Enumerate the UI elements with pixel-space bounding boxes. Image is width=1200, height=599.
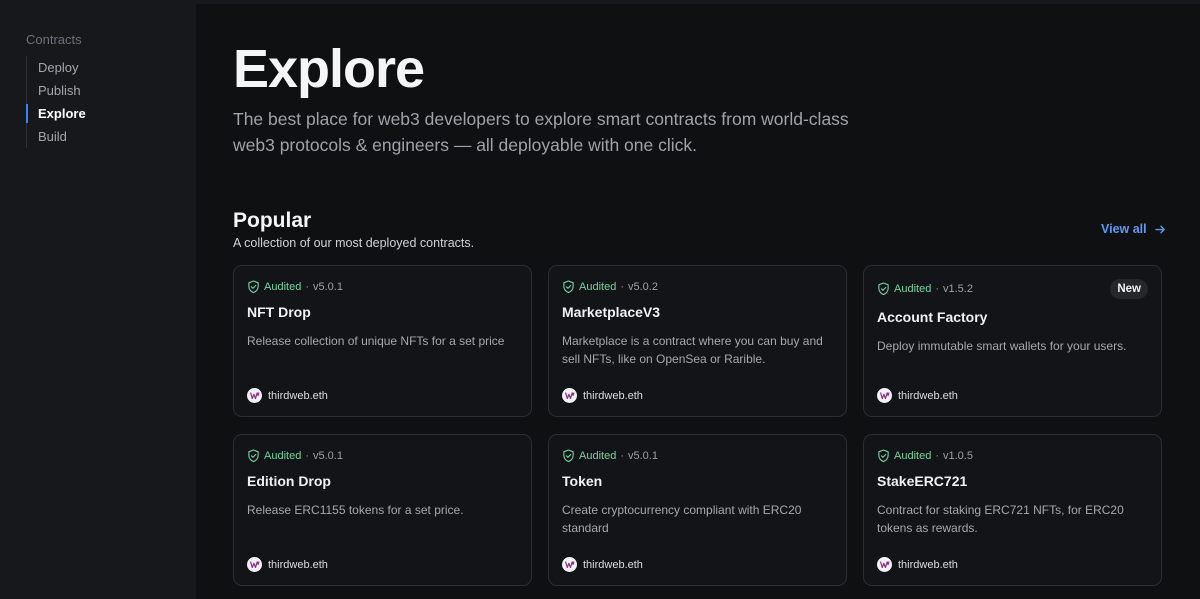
sidebar-item-deploy[interactable]: Deploy bbox=[27, 56, 176, 79]
audited-label: Audited bbox=[264, 450, 302, 462]
audited-label: Audited bbox=[894, 283, 932, 295]
shield-check-icon bbox=[878, 449, 889, 463]
version-label: v5.0.1 bbox=[312, 450, 343, 462]
sidebar-item-build[interactable]: Build bbox=[27, 125, 176, 148]
card-meta: Audited · v1.5.2 bbox=[877, 282, 973, 296]
card-description: Release collection of unique NFTs for a … bbox=[247, 334, 505, 348]
contract-card[interactable]: Audited · v5.0.1 Edition Drop Release ER… bbox=[233, 434, 532, 586]
shield-check-icon bbox=[563, 280, 574, 294]
card-description: Release ERC1155 tokens for a set price. bbox=[247, 503, 464, 517]
card-meta: Audited · v5.0.1 bbox=[562, 449, 658, 463]
thirdweb-logo-icon bbox=[562, 388, 577, 403]
thirdweb-logo-icon bbox=[247, 388, 262, 403]
thirdweb-logo-icon bbox=[247, 557, 262, 572]
card-title: MarketplaceV3 bbox=[562, 304, 661, 320]
card-author[interactable]: thirdweb.eth bbox=[562, 388, 643, 403]
sidebar-item-publish[interactable]: Publish bbox=[27, 79, 176, 102]
card-description: Create cryptocurrency compliant with ERC… bbox=[562, 503, 802, 535]
audited-label: Audited bbox=[264, 281, 302, 293]
version-label: v5.0.1 bbox=[627, 450, 658, 462]
contract-card[interactable]: Audited · v1.5.2 New Account Factory Dep… bbox=[863, 265, 1162, 417]
author-name: thirdweb.eth bbox=[268, 558, 328, 571]
card-description: Deploy immutable smart wallets for your … bbox=[877, 339, 1127, 353]
page-title: Explore bbox=[233, 39, 425, 99]
meta-separator: · bbox=[935, 283, 939, 295]
arrow-right-icon bbox=[1154, 225, 1165, 233]
author-name: thirdweb.eth bbox=[268, 389, 328, 402]
shield-check-icon bbox=[878, 282, 889, 296]
card-meta: Audited · v5.0.1 bbox=[247, 280, 343, 294]
version-label: v1.5.2 bbox=[942, 283, 973, 295]
card-author[interactable]: thirdweb.eth bbox=[562, 557, 643, 572]
shield-check-icon bbox=[563, 449, 574, 463]
shield-check-icon bbox=[248, 280, 259, 294]
thirdweb-logo-icon bbox=[877, 557, 892, 572]
card-author[interactable]: thirdweb.eth bbox=[877, 557, 958, 572]
version-label: v5.0.1 bbox=[312, 281, 343, 293]
sidebar-item-explore[interactable]: Explore bbox=[26, 102, 176, 125]
version-label: v5.0.2 bbox=[627, 281, 658, 293]
author-name: thirdweb.eth bbox=[583, 389, 643, 402]
card-description: Contract for staking ERC721 NFTs, for ER… bbox=[877, 503, 1124, 535]
sidebar: Contracts Deploy Publish Explore Build bbox=[0, 0, 196, 599]
author-name: thirdweb.eth bbox=[898, 558, 958, 571]
card-title: NFT Drop bbox=[247, 304, 311, 320]
view-all-link[interactable]: View all bbox=[1101, 222, 1166, 236]
audited-label: Audited bbox=[894, 450, 932, 462]
card-author[interactable]: thirdweb.eth bbox=[247, 557, 328, 572]
card-title: Account Factory bbox=[877, 309, 988, 325]
card-title: Token bbox=[562, 473, 603, 489]
card-description: Marketplace is a contract where you can … bbox=[562, 334, 823, 366]
card-meta: Audited · v5.0.1 bbox=[247, 449, 343, 463]
contract-card[interactable]: Audited · v5.0.1 Token Create cryptocurr… bbox=[548, 434, 847, 586]
card-author[interactable]: thirdweb.eth bbox=[877, 388, 958, 403]
section-subtitle: A collection of our most deployed contra… bbox=[233, 236, 475, 250]
author-name: thirdweb.eth bbox=[898, 389, 958, 402]
thirdweb-logo-icon bbox=[877, 388, 892, 403]
sidebar-heading: Contracts bbox=[26, 32, 82, 47]
meta-separator: · bbox=[305, 281, 309, 293]
section-title: Popular bbox=[233, 209, 312, 232]
contract-card[interactable]: Audited · v5.0.2 MarketplaceV3 Marketpla… bbox=[548, 265, 847, 417]
card-meta: Audited · v5.0.2 bbox=[562, 280, 658, 294]
version-label: v1.0.5 bbox=[942, 450, 973, 462]
contract-grid: Audited · v5.0.1 NFT Drop Release collec… bbox=[233, 265, 1162, 586]
meta-separator: · bbox=[620, 450, 624, 462]
audited-label: Audited bbox=[579, 281, 617, 293]
main-content: Explore The best place for web3 develope… bbox=[196, 4, 1200, 599]
card-title: StakeERC721 bbox=[877, 473, 968, 489]
new-badge: New bbox=[1110, 279, 1148, 299]
thirdweb-logo-icon bbox=[562, 557, 577, 572]
meta-separator: · bbox=[620, 281, 624, 293]
sidebar-nav: Deploy Publish Explore Build bbox=[26, 56, 176, 148]
author-name: thirdweb.eth bbox=[583, 558, 643, 571]
card-title: Edition Drop bbox=[247, 473, 331, 489]
meta-separator: · bbox=[305, 450, 309, 462]
contract-card[interactable]: Audited · v1.0.5 StakeERC721 Contract fo… bbox=[863, 434, 1162, 586]
card-meta: Audited · v1.0.5 bbox=[877, 449, 973, 463]
view-all-label: View all bbox=[1101, 222, 1147, 236]
meta-separator: · bbox=[935, 450, 939, 462]
audited-label: Audited bbox=[579, 450, 617, 462]
card-author[interactable]: thirdweb.eth bbox=[247, 388, 328, 403]
shield-check-icon bbox=[248, 449, 259, 463]
page-description: The best place for web3 developers to ex… bbox=[233, 109, 849, 155]
contract-card[interactable]: Audited · v5.0.1 NFT Drop Release collec… bbox=[233, 265, 532, 417]
